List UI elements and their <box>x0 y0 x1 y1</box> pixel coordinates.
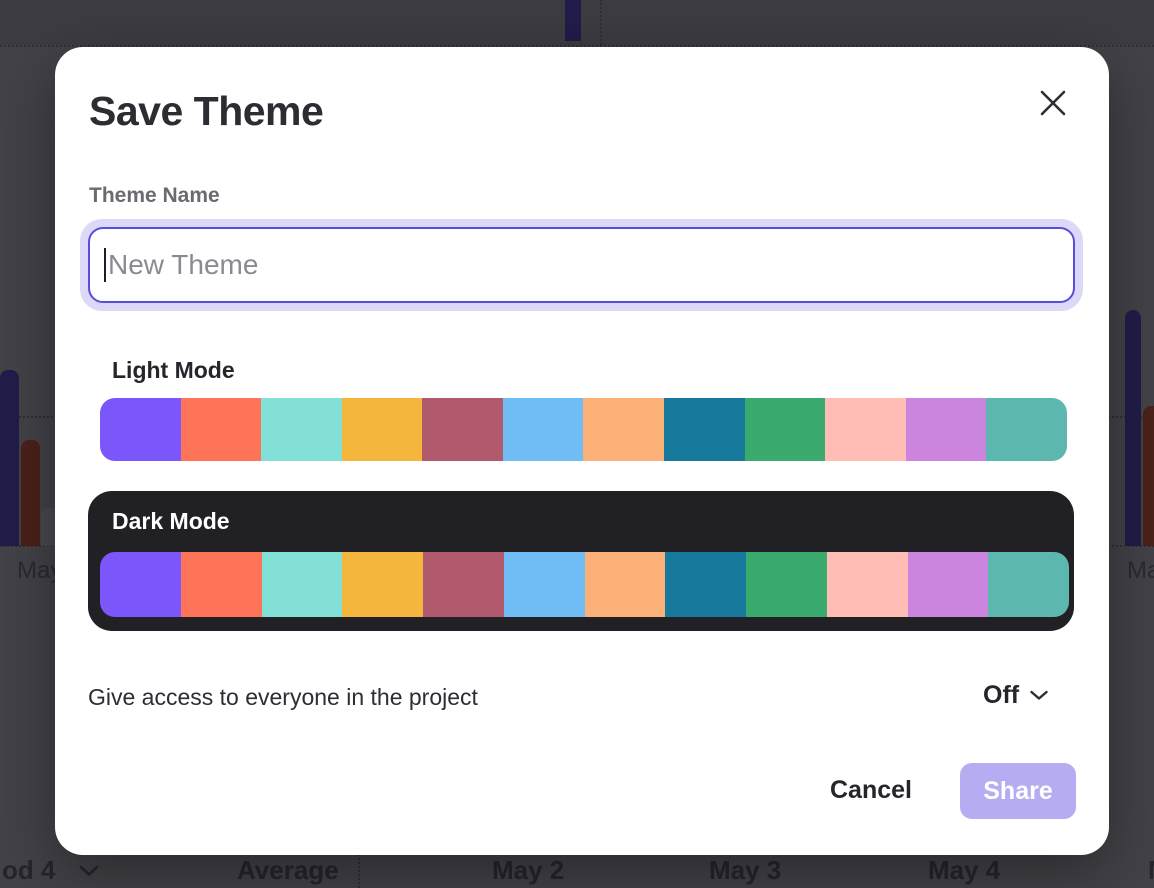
access-toggle-label: Give access to everyone in the project <box>88 684 478 711</box>
color-swatch <box>503 398 584 461</box>
light-mode-palette <box>100 398 1067 461</box>
backdrop-period-dropdown: od 4 <box>2 855 99 886</box>
color-swatch <box>423 552 504 617</box>
close-button[interactable] <box>1033 83 1073 123</box>
color-swatch <box>583 398 664 461</box>
color-swatch <box>262 552 343 617</box>
color-swatch <box>261 398 342 461</box>
color-swatch <box>342 552 423 617</box>
color-swatch <box>181 552 262 617</box>
share-button[interactable]: Share <box>960 763 1076 819</box>
cancel-button[interactable]: Cancel <box>830 776 912 805</box>
color-swatch <box>422 398 503 461</box>
light-mode-label: Light Mode <box>112 357 235 384</box>
dark-mode-label: Dark Mode <box>112 508 230 535</box>
save-theme-dialog: Save Theme Theme Name Light Mode Dark Mo… <box>55 47 1109 855</box>
text-cursor <box>104 248 106 282</box>
theme-name-input[interactable] <box>88 227 1075 303</box>
color-swatch <box>986 398 1067 461</box>
color-swatch <box>100 552 181 617</box>
app-screen: { "modal": { "title": "Save Theme", "the… <box>0 0 1154 888</box>
color-swatch <box>585 552 666 617</box>
backdrop-column-label-may3: May 3 <box>709 855 781 886</box>
backdrop-axis-label-right: Ma <box>1127 557 1154 585</box>
dark-mode-card: Dark Mode <box>88 491 1074 631</box>
color-swatch <box>745 398 826 461</box>
color-swatch <box>906 398 987 461</box>
backdrop-column-label-may4: May 4 <box>928 855 1000 886</box>
backdrop-column-label-clipped: M <box>1148 855 1154 886</box>
color-swatch <box>908 552 989 617</box>
color-swatch <box>504 552 585 617</box>
access-dropdown[interactable]: Off <box>983 681 1048 710</box>
backdrop-grid-vline-top <box>600 0 602 45</box>
chevron-down-icon <box>79 865 99 877</box>
dialog-title: Save Theme <box>89 88 323 135</box>
chevron-down-icon <box>1030 690 1048 701</box>
access-dropdown-value: Off <box>983 681 1019 710</box>
color-swatch <box>746 552 827 617</box>
color-swatch <box>988 552 1069 617</box>
color-swatch <box>100 398 181 461</box>
backdrop-bar-red-right <box>1143 406 1154 546</box>
color-swatch <box>664 398 745 461</box>
backdrop-column-label-average: Average <box>237 855 339 886</box>
backdrop-bar-red-left <box>21 440 40 546</box>
color-swatch <box>181 398 262 461</box>
close-icon <box>1039 89 1067 117</box>
backdrop-bar-navy-left <box>0 370 19 546</box>
dark-mode-palette <box>100 552 1069 617</box>
color-swatch <box>342 398 423 461</box>
backdrop-bar-top-navy <box>565 0 581 41</box>
backdrop-period-label: od 4 <box>2 855 55 886</box>
backdrop-column-label-may2: May 2 <box>492 855 564 886</box>
theme-name-label: Theme Name <box>89 184 220 208</box>
theme-name-input-focus-ring <box>80 219 1083 311</box>
color-swatch <box>825 398 906 461</box>
color-swatch <box>827 552 908 617</box>
color-swatch <box>665 552 746 617</box>
backdrop-bar-navy-right <box>1125 310 1141 546</box>
